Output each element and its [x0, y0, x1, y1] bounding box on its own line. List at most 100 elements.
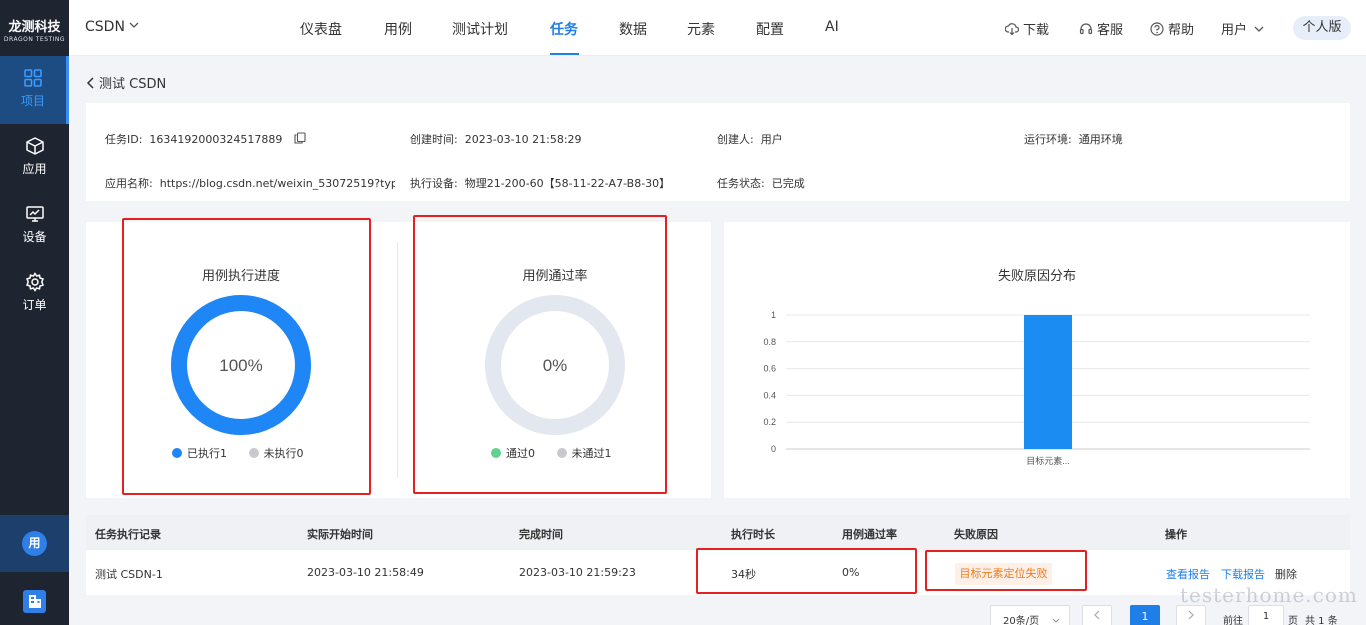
help-label: 帮助 [1168, 23, 1195, 38]
help-circle-icon [1150, 22, 1164, 36]
goto-label: 前往 [1223, 616, 1243, 625]
copy-icon[interactable] [294, 132, 306, 144]
project-selector[interactable]: CSDN [85, 19, 139, 35]
watermark: testerhome.com [1180, 583, 1358, 607]
highlight-box [925, 550, 1087, 591]
column-header: 任务执行记录 [95, 528, 161, 541]
next-page-button[interactable] [1176, 605, 1206, 625]
sidebar: 龙测科技 DRAGON TESTING 项目 应用 设备 订单 用 [0, 0, 69, 625]
download-button[interactable]: 下载 [1004, 19, 1050, 38]
headset-icon [1079, 23, 1093, 35]
sidebar-item-app[interactable]: 应用 [0, 124, 69, 192]
page-size-select[interactable]: 20条/页 [990, 605, 1070, 625]
grid-icon [24, 69, 42, 87]
y-tick-label: 0.6 [763, 364, 776, 374]
y-tick-label: 0.8 [763, 337, 776, 347]
top-navigation: CSDN 仪表盘 用例 测试计划 任务 数据 元素 配置 AI 下载 客服 帮助… [69, 0, 1366, 56]
download-report-link[interactable]: 下载报告 [1221, 566, 1265, 582]
sidebar-item-label: 应用 [22, 162, 47, 176]
device-field: 执行设备: 物理21-200-60【58-11-22-A7-B8-30】 [410, 177, 671, 190]
sidebar-item-order[interactable]: 订单 [0, 260, 69, 328]
delete-link[interactable]: 删除 [1275, 566, 1297, 582]
goto-page-input[interactable]: 1 [1248, 605, 1284, 625]
avatar[interactable]: 用 [22, 531, 47, 556]
gear-icon [25, 272, 44, 292]
task-id-field: 任务ID: 1634192000324517889 [105, 131, 306, 147]
tab-cases[interactable]: 用例 [384, 19, 412, 39]
chevron-left-icon [1094, 610, 1100, 620]
sidebar-item-project[interactable]: 项目 [0, 56, 69, 124]
column-header: 失败原因 [954, 528, 998, 541]
failure-bar-chart: 0 0.2 0.4 0.6 0.8 1 目标元素... [763, 310, 1310, 466]
x-tick-label: 目标元素... [1026, 455, 1070, 466]
brand-subtitle: DRAGON TESTING [3, 36, 66, 43]
cell-start-time: 2023-03-10 21:58:49 [307, 566, 424, 579]
environment-field: 运行环境: 通用环境 [1024, 133, 1123, 146]
cell-end-time: 2023-03-10 21:59:23 [519, 566, 636, 579]
page-button[interactable]: 1 [1130, 605, 1160, 625]
tab-elements[interactable]: 元素 [687, 19, 715, 39]
tab-tasks[interactable]: 任务 [550, 19, 578, 39]
table-header: 任务执行记录 实际开始时间 完成时间 执行时长 用例通过率 失败原因 操作 [86, 515, 1350, 550]
created-time-field: 创建时间: 2023-03-10 21:58:29 [410, 133, 582, 146]
task-id-value: 1634192000324517889 [149, 133, 283, 146]
highlight-box [696, 548, 917, 594]
y-tick-label: 0 [771, 444, 776, 454]
tab-ai[interactable]: AI [825, 19, 839, 35]
user-menu[interactable]: 用户 [1221, 19, 1268, 38]
column-header: 完成时间 [519, 528, 563, 541]
customer-service-button[interactable]: 客服 [1079, 19, 1123, 38]
column-header: 用例通过率 [842, 528, 897, 541]
tab-data[interactable]: 数据 [619, 19, 647, 39]
pagination: 20条/页 1 前往 1 页 共 1 条 [0, 605, 1366, 625]
chevron-right-icon [1188, 610, 1194, 620]
breadcrumb-title: 测试 CSDN [99, 77, 167, 92]
service-label: 客服 [1097, 23, 1124, 38]
cloud-download-icon [1004, 23, 1020, 36]
tab-test-plan[interactable]: 测试计划 [452, 19, 508, 39]
chevron-down-icon [1052, 618, 1060, 623]
help-button[interactable]: 帮助 [1150, 19, 1194, 38]
highlight-box [413, 215, 667, 494]
active-tab-indicator [550, 53, 579, 55]
user-label: 用户 [1221, 23, 1248, 38]
cell-record-name: 测试 CSDN-1 [95, 568, 163, 581]
highlight-box [122, 218, 371, 495]
chevron-down-icon [129, 22, 139, 28]
brand-logo[interactable]: 龙测科技 DRAGON TESTING [0, 0, 69, 56]
failure-chart-card: 失败原因分布 0 0.2 0.4 0.6 0.8 1 目标元素... [724, 222, 1350, 498]
divider [397, 242, 398, 478]
user-area[interactable]: 用 [0, 515, 69, 572]
y-tick-label: 0.4 [763, 390, 776, 400]
status-badge: 已完成 [771, 177, 805, 190]
project-name: CSDN [85, 19, 125, 35]
download-label: 下载 [1023, 23, 1050, 38]
back-arrow-icon[interactable] [86, 77, 96, 89]
column-header: 执行时长 [731, 528, 775, 541]
sidebar-item-label: 设备 [22, 230, 47, 244]
y-tick-label: 1 [771, 310, 776, 320]
chevron-down-icon [1254, 26, 1264, 32]
page-unit-label: 页 [1288, 616, 1298, 625]
task-status-field: 任务状态: 已完成 [717, 177, 805, 190]
y-tick-label: 0.2 [763, 417, 776, 427]
bar[interactable] [1024, 315, 1072, 449]
app-name-field: 应用名称: https://blog.csdn.net/weixin_53072… [105, 177, 395, 190]
total-count: 共 1 条 [1305, 616, 1338, 625]
cube-icon [25, 137, 44, 155]
sidebar-item-label: 订单 [22, 298, 47, 312]
edition-badge[interactable]: 个人版 [1293, 16, 1351, 40]
tab-config[interactable]: 配置 [756, 19, 784, 39]
column-header: 操作 [1165, 528, 1187, 541]
creator-field: 创建人: 用户 [717, 133, 783, 146]
sidebar-item-device[interactable]: 设备 [0, 192, 69, 260]
brand-name: 龙测科技 [8, 20, 61, 35]
view-report-link[interactable]: 查看报告 [1166, 566, 1210, 582]
monitor-icon [25, 206, 44, 222]
breadcrumb[interactable]: 测试 CSDN [86, 73, 166, 92]
task-info-card: 任务ID: 1634192000324517889 创建时间: 2023-03-… [86, 103, 1350, 201]
sidebar-item-label: 项目 [20, 94, 45, 108]
column-header: 实际开始时间 [307, 528, 373, 541]
prev-page-button[interactable] [1082, 605, 1112, 625]
tab-dashboard[interactable]: 仪表盘 [300, 19, 342, 39]
